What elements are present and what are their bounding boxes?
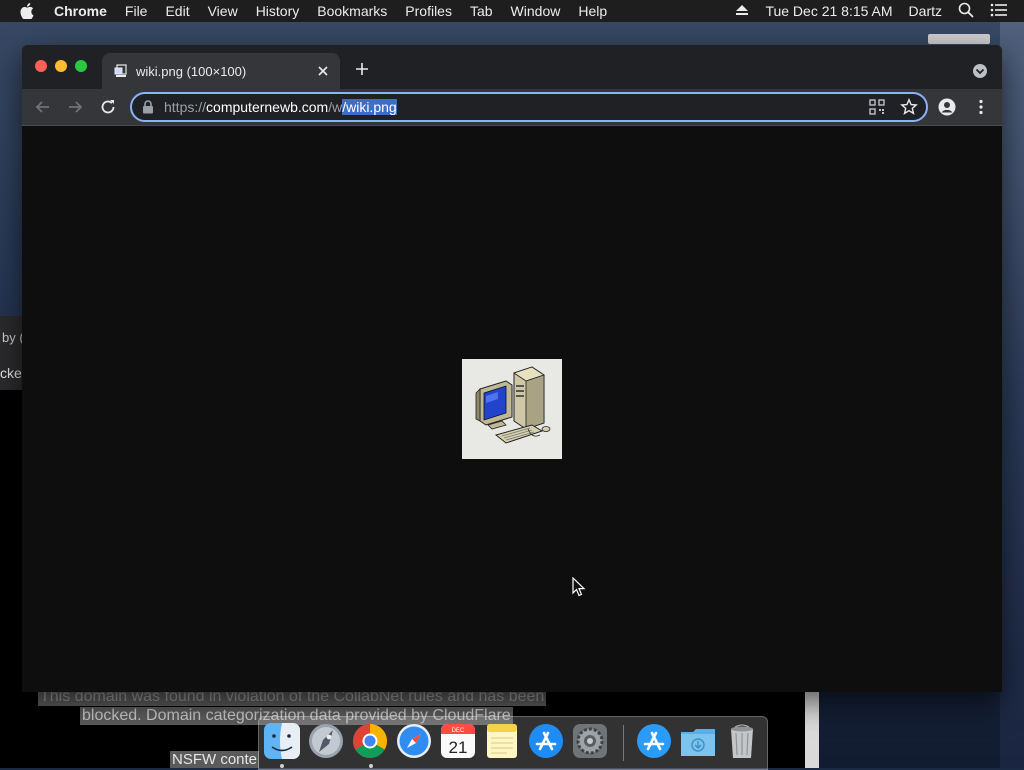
app-store-icon[interactable] xyxy=(527,722,565,760)
minimize-window-button[interactable] xyxy=(55,60,67,72)
system-preferences-icon[interactable] xyxy=(571,722,609,760)
page-content xyxy=(22,126,1002,692)
launchpad-icon[interactable] xyxy=(307,722,345,760)
chrome-icon[interactable] xyxy=(351,722,389,760)
calendar-day: 21 xyxy=(449,738,468,757)
menu-profiles[interactable]: Profiles xyxy=(405,3,452,19)
safari-icon[interactable] xyxy=(395,722,433,760)
dock: DEC 21 xyxy=(258,716,768,770)
dock-separator xyxy=(623,725,624,761)
menu-bar: Chrome File Edit View History Bookmarks … xyxy=(0,0,1024,22)
spotlight-search-icon[interactable] xyxy=(958,2,974,21)
menu-window[interactable]: Window xyxy=(511,3,561,19)
url-selected-path: /wiki.png xyxy=(342,99,397,115)
apple-menu-icon[interactable] xyxy=(20,3,36,19)
browser-window: wiki.png (100×100) https://computernewb.… xyxy=(22,45,1002,692)
tab-strip: wiki.png (100×100) xyxy=(22,45,1002,89)
more-menu-icon[interactable] xyxy=(972,98,990,116)
background-text-fragment: cke xyxy=(0,365,22,381)
menu-tab[interactable]: Tab xyxy=(470,3,493,19)
running-indicator xyxy=(280,764,284,768)
trash-icon[interactable] xyxy=(723,722,761,760)
new-tab-icon[interactable] xyxy=(354,61,370,77)
address-bar[interactable]: https://computernewb.com/w/wiki.png xyxy=(130,92,928,122)
menu-history[interactable]: History xyxy=(256,3,300,19)
tab-favicon-icon xyxy=(114,64,128,78)
menu-file[interactable]: File xyxy=(125,3,148,19)
profile-avatar-icon[interactable] xyxy=(938,98,956,116)
background-text-fragment: by ( xyxy=(2,330,24,345)
finder-icon[interactable] xyxy=(263,722,301,760)
close-window-button[interactable] xyxy=(35,60,47,72)
app-store-icon[interactable] xyxy=(635,722,673,760)
browser-toolbar: https://computernewb.com/w/wiki.png xyxy=(22,89,1002,126)
menu-view[interactable]: View xyxy=(208,3,238,19)
downloads-folder-icon[interactable] xyxy=(679,722,717,760)
calendar-month: DEC xyxy=(452,728,465,734)
url-domain: computernewb.com xyxy=(206,99,329,115)
tab-close-icon[interactable] xyxy=(316,64,330,78)
background-scrollbar xyxy=(805,692,819,768)
zoom-window-button[interactable] xyxy=(75,60,87,72)
back-arrow-icon[interactable] xyxy=(34,98,52,116)
calendar-icon[interactable]: DEC 21 xyxy=(439,722,477,760)
forward-arrow-icon[interactable] xyxy=(66,98,84,116)
tab-active[interactable]: wiki.png (100×100) xyxy=(102,53,340,89)
menubar-clock[interactable]: Tue Dec 21 8:15 AM xyxy=(765,3,892,19)
background-window-edge xyxy=(928,34,990,44)
menu-bookmarks[interactable]: Bookmarks xyxy=(317,3,387,19)
tab-search-icon[interactable] xyxy=(972,63,988,79)
bookmark-star-icon[interactable] xyxy=(900,98,918,116)
background-notice-line: NSFW conte xyxy=(170,751,260,768)
lock-icon[interactable] xyxy=(142,100,154,114)
url-scheme: https:// xyxy=(164,99,207,115)
computer-image[interactable] xyxy=(462,359,562,459)
notification-center-icon[interactable] xyxy=(990,3,1008,20)
running-indicator xyxy=(369,764,373,768)
tab-title: wiki.png (100×100) xyxy=(136,63,247,79)
url-path: /w xyxy=(328,99,343,115)
menu-edit[interactable]: Edit xyxy=(165,3,189,19)
menu-help[interactable]: Help xyxy=(578,3,607,19)
desktop-wallpaper-edge xyxy=(1000,22,1024,768)
menubar-user[interactable]: Dartz xyxy=(909,3,942,19)
menu-app-name[interactable]: Chrome xyxy=(54,3,107,19)
reload-icon[interactable] xyxy=(99,98,117,116)
eject-icon[interactable] xyxy=(735,3,749,19)
qr-code-icon[interactable] xyxy=(868,98,886,116)
mouse-pointer-icon xyxy=(572,576,586,597)
notes-icon[interactable] xyxy=(483,722,521,760)
